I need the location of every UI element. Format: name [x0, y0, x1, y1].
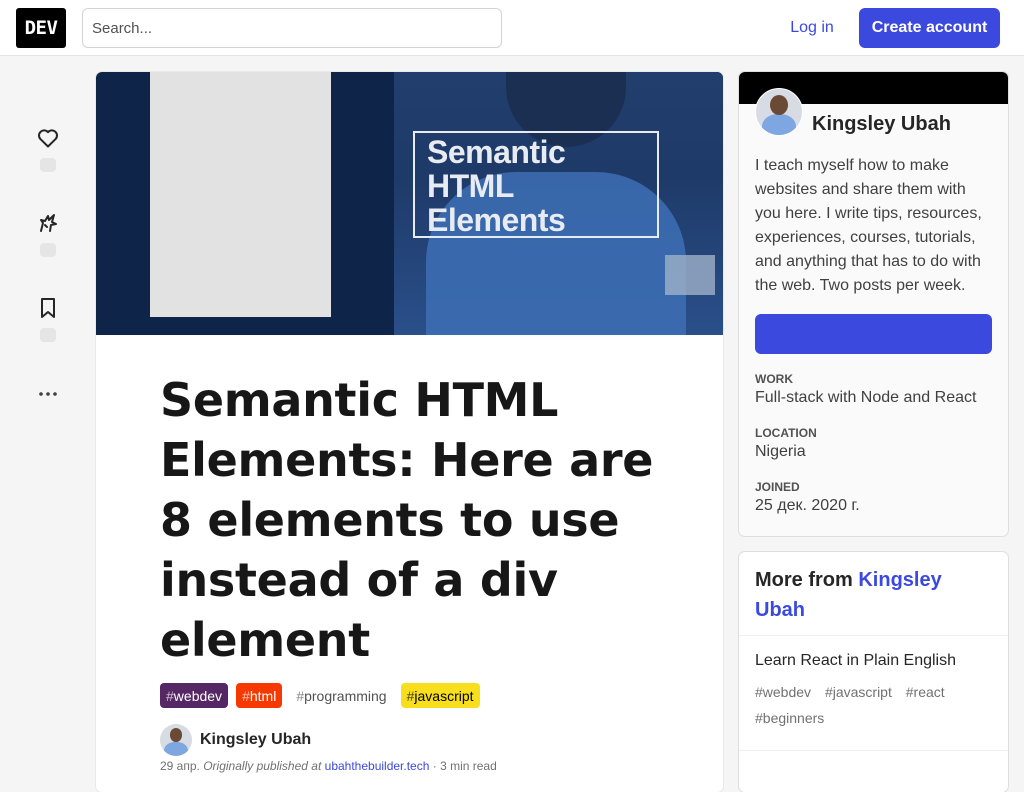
post-tags: #webdev #javascript #react #beginners: [755, 679, 992, 731]
article-title: Semantic HTML Elements: Here are 8 eleme…: [160, 373, 654, 667]
joined-field: JOINED 25 дек. 2020 г.: [755, 480, 860, 514]
tag-javascript[interactable]: # javascript: [400, 683, 480, 708]
cover-image: Semantic HTML Elements: [96, 72, 723, 335]
unicorn-reaction[interactable]: [30, 211, 66, 257]
more-from-card: More from Kingsley Ubah Learn React in P…: [739, 552, 1008, 792]
post-tag[interactable]: #javascript: [825, 684, 892, 700]
work-field: WORK Full-stack with Node and React: [755, 372, 977, 406]
save-reaction[interactable]: [30, 296, 66, 342]
login-link[interactable]: Log in: [778, 8, 846, 48]
ellipsis-icon: [39, 392, 57, 396]
post-tag[interactable]: #webdev: [755, 684, 811, 700]
author-card: Kingsley Ubah I teach myself how to make…: [739, 72, 1008, 536]
top-header: DEV Log in Create account: [0, 0, 1024, 56]
article-card: Semantic HTML Elements Semantic HTML Ele…: [96, 72, 723, 792]
like-reaction[interactable]: [30, 126, 66, 172]
author-name[interactable]: Kingsley Ubah: [200, 731, 311, 749]
sidebar-author-name[interactable]: Kingsley Ubah: [812, 113, 951, 136]
bookmark-icon: [41, 298, 55, 318]
post-tag[interactable]: #beginners: [755, 710, 824, 726]
unicorn-count: [40, 243, 56, 257]
article-meta: 29 апр. Originally published at ubahtheb…: [160, 759, 497, 773]
avatar[interactable]: [160, 724, 192, 756]
read-time: · 3 min read: [432, 759, 497, 773]
more-options[interactable]: [30, 382, 66, 406]
article-author[interactable]: Kingsley Ubah: [160, 724, 311, 756]
follow-button[interactable]: [755, 314, 992, 354]
post-title[interactable]: Learn React in Plain English: [755, 652, 992, 670]
search-input[interactable]: [82, 8, 502, 48]
more-from-heading: More from Kingsley Ubah: [739, 552, 1008, 636]
like-count: [40, 158, 56, 172]
location-field: LOCATION Nigeria: [755, 426, 817, 460]
heart-icon: [38, 129, 58, 148]
author-avatar[interactable]: [755, 88, 803, 136]
source-link[interactable]: ubahthebuilder.tech: [325, 759, 430, 773]
cover-title: Semantic HTML Elements: [413, 131, 659, 238]
unicorn-icon: [40, 214, 57, 232]
post-tag[interactable]: #react: [906, 684, 945, 700]
dev-logo[interactable]: DEV: [16, 8, 66, 48]
publish-date: 29 апр.: [160, 759, 200, 773]
more-from-post[interactable]: Learn React in Plain English #webdev #ja…: [755, 652, 992, 731]
save-count: [40, 328, 56, 342]
author-bio: I teach myself how to make websites and …: [755, 157, 982, 294]
tag-programming[interactable]: # programming: [290, 683, 392, 708]
tag-list: # webdev # html # programming # javascript: [160, 683, 480, 708]
tag-html[interactable]: # html: [236, 683, 283, 708]
tag-webdev[interactable]: # webdev: [160, 683, 229, 708]
create-account-button[interactable]: Create account: [859, 8, 1000, 48]
